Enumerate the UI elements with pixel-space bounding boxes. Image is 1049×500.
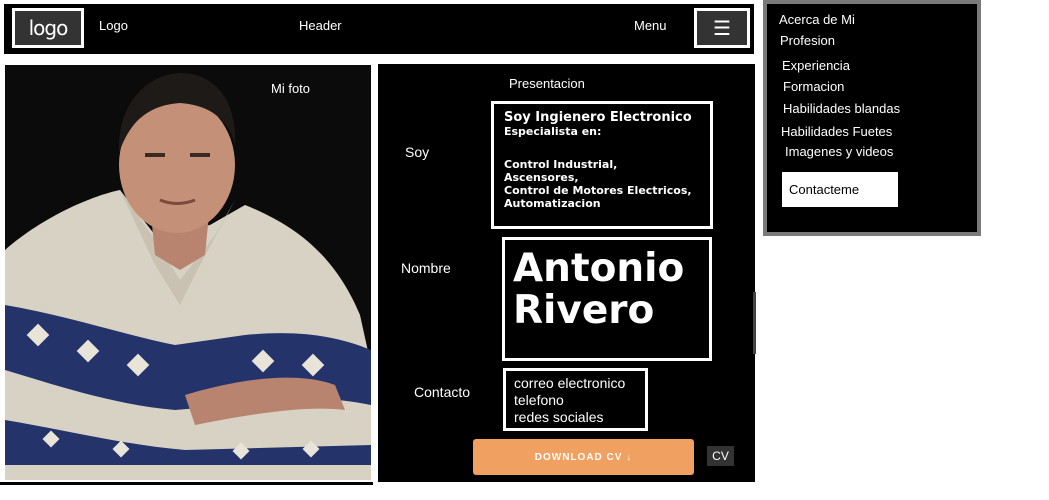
menu-item-acerca[interactable]: Acerca de Mi bbox=[779, 12, 855, 27]
list-item: Control Industrial, bbox=[504, 158, 618, 171]
presentation-title: Presentacion bbox=[509, 76, 585, 91]
contact-label: Contacto bbox=[414, 384, 471, 400]
contact-phone[interactable]: telefono bbox=[514, 392, 645, 409]
logo[interactable]: logo bbox=[12, 8, 84, 48]
menu-item-profesion[interactable]: Profesion bbox=[780, 33, 835, 48]
profession-subtitle: Especialista en: bbox=[504, 125, 602, 138]
menu-item-formacion[interactable]: Formacion bbox=[783, 79, 844, 94]
profession-box: Soy Ingienero Electronico Especialista e… bbox=[491, 101, 713, 229]
header-title: Header bbox=[299, 18, 342, 33]
contact-box: correo electronico telefono redes social… bbox=[503, 368, 648, 431]
menu-item-imagenes[interactable]: Imagenes y videos bbox=[785, 144, 893, 159]
photo-label: Mi foto bbox=[271, 81, 311, 96]
logo-mark: logo bbox=[28, 16, 69, 40]
menu-item-habilidades-fuertes[interactable]: Habilidades Fuetes bbox=[781, 124, 892, 139]
scroll-marker bbox=[753, 292, 756, 354]
presentation-panel: Presentacion Soy Soy Ingienero Electroni… bbox=[378, 64, 755, 482]
photo-panel: Mi foto bbox=[5, 65, 371, 480]
first-name: Antonio bbox=[513, 246, 685, 291]
dropdown-menu: Acerca de Mi Profesion Experiencia Forma… bbox=[763, 0, 981, 236]
menu-item-habilidades-blandas[interactable]: Habilidades blandas bbox=[783, 101, 900, 116]
contact-email[interactable]: correo electronico bbox=[514, 375, 645, 392]
list-item: Automatizacion bbox=[504, 197, 601, 210]
portrait-photo bbox=[5, 65, 371, 480]
hamburger-icon: ☰ bbox=[713, 17, 731, 40]
menu-item-experiencia[interactable]: Experiencia bbox=[782, 58, 850, 73]
specialties-list: Control Industrial, Ascensores, Control … bbox=[504, 158, 700, 210]
contact-social[interactable]: redes sociales bbox=[514, 409, 645, 426]
list-item: Control de Motores Electricos, bbox=[504, 184, 692, 197]
profession-title: Soy Ingienero Electronico bbox=[504, 110, 692, 125]
soy-label: Soy bbox=[405, 144, 430, 160]
last-name: Rivero bbox=[513, 288, 655, 333]
logo-label: Logo bbox=[99, 18, 128, 33]
contact-button[interactable]: Contacteme bbox=[782, 172, 898, 207]
download-cv-button[interactable]: DOWNLOAD CV ↓ bbox=[473, 439, 694, 475]
menu-label: Menu bbox=[634, 18, 667, 33]
list-item: Ascensores, bbox=[504, 171, 579, 184]
menu-button[interactable]: ☰ bbox=[694, 8, 750, 48]
name-label: Nombre bbox=[401, 260, 451, 276]
cv-label[interactable]: CV bbox=[707, 446, 734, 466]
name-box: Antonio Rivero bbox=[502, 237, 712, 361]
divider bbox=[0, 482, 373, 485]
header-bar: logo Logo Header Menu ☰ bbox=[4, 4, 754, 54]
